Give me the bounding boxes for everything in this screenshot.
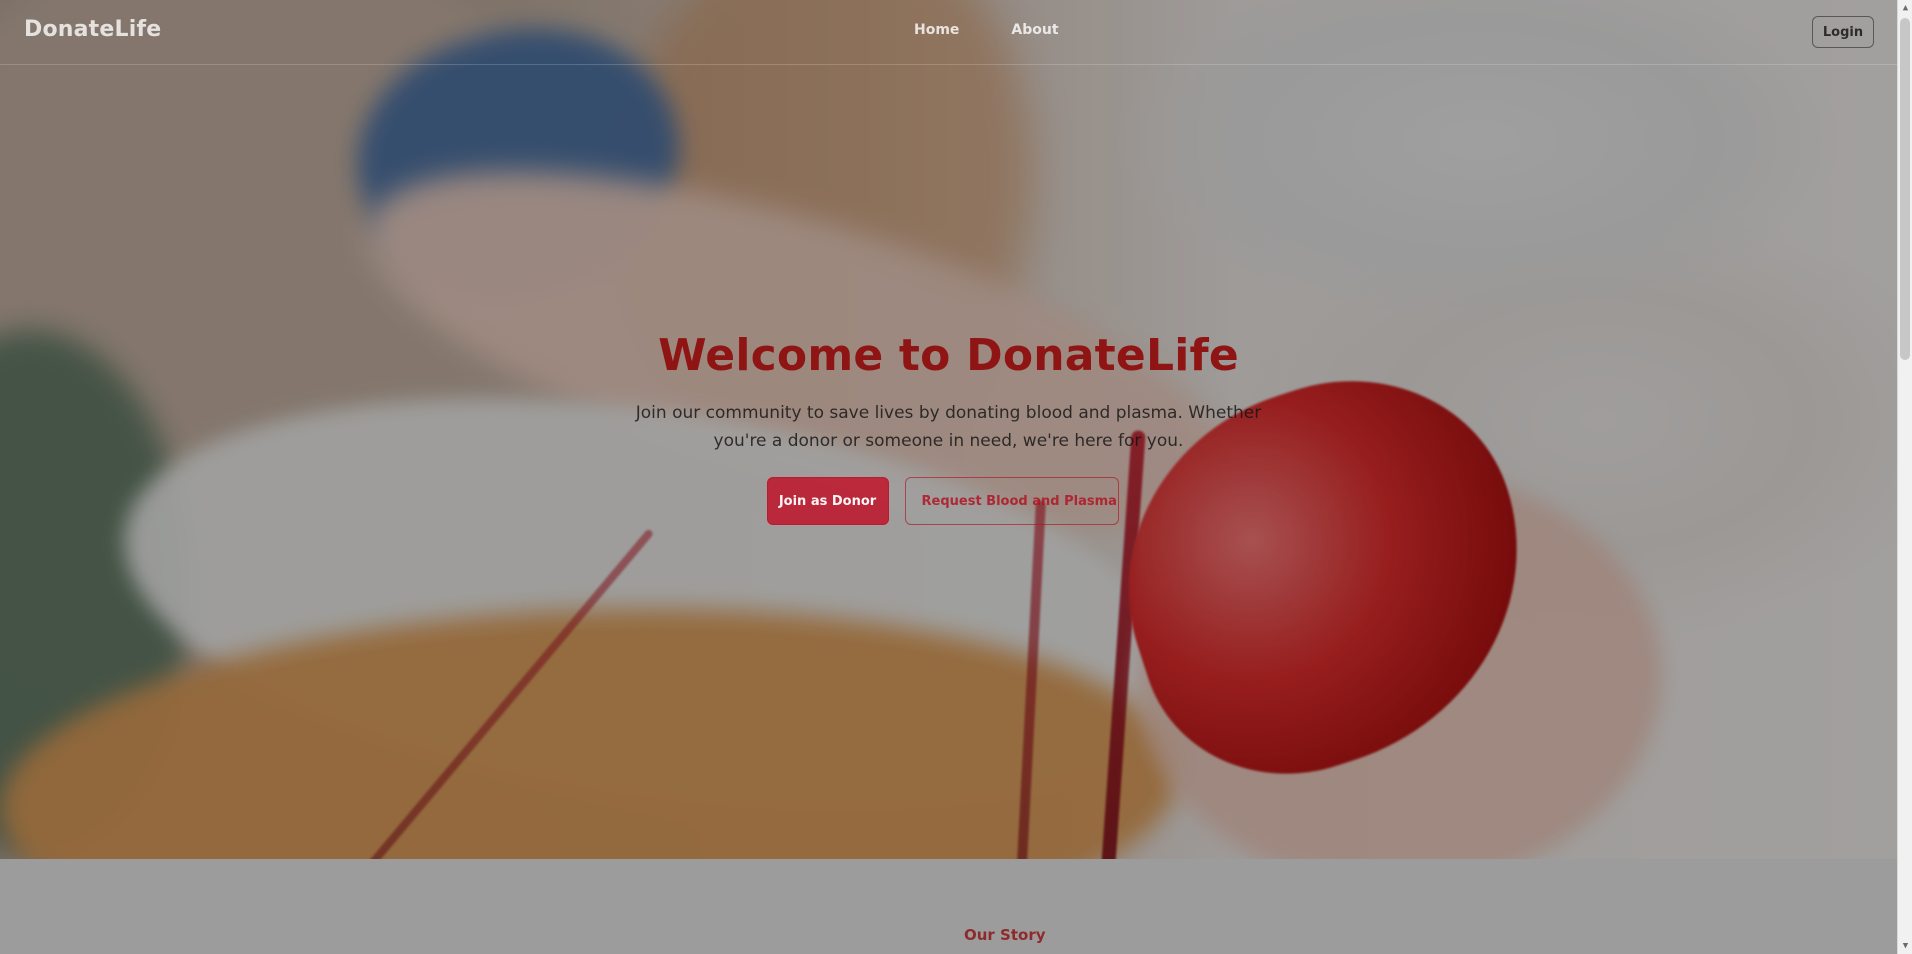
join-as-donor-button[interactable]: Join as Donor: [766, 477, 889, 525]
nav-link-home[interactable]: Home: [914, 22, 959, 38]
brand-logo[interactable]: DonateLife: [24, 17, 161, 42]
hero-subtitle: Join our community to save lives by dona…: [635, 403, 1262, 451]
hero-title: Welcome to DonateLife: [658, 330, 1239, 381]
scrollbar-thumb[interactable]: [1900, 18, 1910, 360]
request-blood-and-plasma-button[interactable]: Request Blood and Plasma: [904, 477, 1119, 525]
scroll-up-arrow-icon[interactable]: ▲: [1898, 0, 1912, 16]
top-navbar: DonateLife Home About Login: [0, 0, 1897, 65]
our-story-label: Our Story: [964, 926, 1046, 944]
nav-link-about[interactable]: About: [1011, 22, 1058, 38]
hero-actions: Join as Donor Request Blood and Plasma: [0, 477, 1891, 525]
page: DonateLife Home About Login Welcome to D…: [0, 0, 1912, 954]
nav-links: Home About: [914, 22, 1059, 38]
hero-content: Welcome to DonateLife Join our community…: [0, 330, 1897, 525]
scroll-down-arrow-icon[interactable]: ▼: [1898, 938, 1912, 954]
login-button[interactable]: Login: [1812, 16, 1874, 48]
lower-section: [0, 859, 1897, 954]
page-scrollbar[interactable]: ▲ ▼: [1897, 0, 1912, 954]
